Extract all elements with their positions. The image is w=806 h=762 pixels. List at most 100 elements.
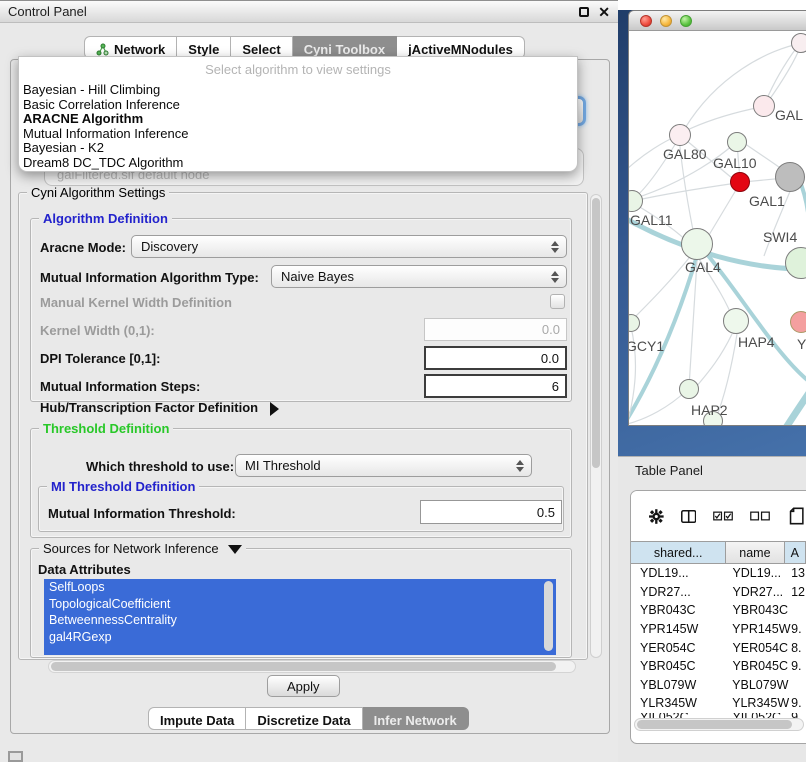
close-traffic-light-icon[interactable] <box>640 15 652 27</box>
attribute-item[interactable]: BetweennessCentrality <box>44 612 556 629</box>
control-panel-title: Control Panel <box>8 4 87 19</box>
float-window-icon[interactable] <box>579 7 589 17</box>
mi-threshold-label: Mutual Information Threshold: <box>48 506 236 521</box>
table-h-scrollbar-thumb[interactable] <box>637 720 792 729</box>
kernel-width-label: Kernel Width (0,1): <box>40 323 155 338</box>
mi-steps-field[interactable] <box>424 374 567 398</box>
settings-scrollbar-thumb[interactable] <box>592 198 600 468</box>
attributes-scrollbar-thumb[interactable] <box>544 581 553 651</box>
tab-infer-network[interactable]: Infer Network <box>363 707 469 730</box>
combo-stepper-icon <box>551 241 559 253</box>
attribute-item[interactable]: SelfLoops <box>44 579 556 596</box>
column-header-shared[interactable]: shared... <box>631 541 726 564</box>
table-row[interactable]: YDR27...YDR27...12 <box>631 583 806 602</box>
data-attributes-list[interactable]: SelfLoops TopologicalCoefficient Between… <box>44 579 556 655</box>
settings-group-title: Cyni Algorithm Settings <box>27 185 169 200</box>
node-label: GAL4 <box>685 259 721 275</box>
column-header-partial[interactable]: A <box>785 541 806 564</box>
combo-stepper-icon <box>551 271 559 283</box>
dock-icon[interactable] <box>8 751 23 762</box>
algorithm-definition-title: Algorithm Definition <box>39 211 172 226</box>
network-node-hap4[interactable] <box>723 308 749 334</box>
network-node-gal10[interactable] <box>727 132 747 152</box>
combo-stepper-icon <box>516 460 524 472</box>
table-row[interactable]: YDL19...YDL19...13 <box>631 564 806 583</box>
table-h-scrollbar[interactable] <box>634 718 804 731</box>
algorithm-option[interactable]: Basic Correlation Inference <box>19 98 577 113</box>
document-icon[interactable] <box>789 504 806 528</box>
network-node-gal1[interactable] <box>730 172 750 192</box>
attribute-item[interactable]: gal4RGexp <box>44 629 556 646</box>
table-row[interactable]: YBR045CYBR045C9. <box>631 657 806 676</box>
algorithm-option[interactable]: Bayesian - K2 <box>19 141 577 156</box>
table-panel-window: shared... name A YDL19...YDL19...13 YDR2… <box>630 490 806 744</box>
tab-impute-data[interactable]: Impute Data <box>148 707 246 730</box>
algorithm-option[interactable]: Mutual Information Inference <box>19 127 577 142</box>
sources-group-title[interactable]: Sources for Network Inference <box>39 541 246 556</box>
network-node-salmon[interactable] <box>790 311 806 333</box>
table-row[interactable]: YPR145WYPR145W9. <box>631 620 806 639</box>
network-window-titlebar[interactable] <box>629 11 806 31</box>
dpi-tolerance-field[interactable] <box>424 346 567 370</box>
network-node-gal4[interactable] <box>681 228 713 260</box>
algorithm-option-selected[interactable]: ARACNE Algorithm <box>19 112 577 127</box>
expand-right-icon <box>270 402 279 416</box>
table-panel-title: Table Panel <box>635 463 703 478</box>
column-header-name[interactable]: name <box>726 541 784 564</box>
node-label: HAP2 <box>691 402 728 418</box>
node-label: Y <box>797 336 806 352</box>
algorithm-option[interactable]: Dream8 DC_TDC Algorithm <box>19 156 577 171</box>
mi-type-combo[interactable]: Naive Bayes <box>271 265 567 288</box>
node-label: GAL1 <box>749 193 785 209</box>
table-row[interactable]: YBR043CYBR043C <box>631 601 806 620</box>
apply-button[interactable]: Apply <box>267 675 340 697</box>
node-label: GAL10 <box>713 155 757 171</box>
tab-discretize-data[interactable]: Discretize Data <box>246 707 362 730</box>
node-label: GAL11 <box>630 212 673 228</box>
collapse-down-icon <box>228 545 242 554</box>
split-panel-icon[interactable] <box>681 508 696 525</box>
minimize-traffic-light-icon[interactable] <box>660 15 672 27</box>
network-node[interactable] <box>791 33 806 53</box>
attribute-item[interactable]: TopologicalCoefficient <box>44 596 556 613</box>
settings-scrollbar[interactable] <box>590 194 602 658</box>
network-canvas[interactable]: GAL GAL80 GAL10 GAL1 GAL11 SWI4 GAL4 GCY… <box>629 31 806 426</box>
network-node-gray[interactable] <box>775 162 805 192</box>
deselect-all-icon[interactable] <box>750 510 770 522</box>
attributes-h-scrollbar-thumb[interactable] <box>51 662 556 671</box>
table-row[interactable]: YBL079WYBL079W <box>631 676 806 695</box>
network-node-hap2[interactable] <box>679 379 699 399</box>
mi-type-value: Naive Bayes <box>281 269 354 284</box>
select-all-icon[interactable] <box>713 510 733 522</box>
mi-threshold-group-title: MI Threshold Definition <box>47 479 199 494</box>
dpi-tolerance-label: DPI Tolerance [0,1]: <box>40 351 160 366</box>
network-node-gal80[interactable] <box>669 124 691 146</box>
control-panel-titlebar[interactable]: Control Panel ✕ <box>0 0 618 23</box>
table-row[interactable]: YER054CYER054C8. <box>631 638 806 657</box>
mi-steps-label: Mutual Information Steps: <box>40 379 200 394</box>
table-toolbar <box>631 491 806 541</box>
hub-definition-toggle[interactable]: Hub/Transcription Factor Definition <box>40 400 279 416</box>
kernel-width-field[interactable] <box>424 318 567 341</box>
mi-type-label: Mutual Information Algorithm Type: <box>40 270 259 285</box>
zoom-traffic-light-icon[interactable] <box>680 15 692 27</box>
which-threshold-combo[interactable]: MI Threshold <box>235 454 532 477</box>
table-row[interactable]: YLR345WYLR345W9. <box>631 694 806 713</box>
node-label: GCY1 <box>629 338 664 354</box>
bottom-tab-bar: Impute Data Discretize Data Infer Networ… <box>148 707 469 730</box>
close-icon[interactable]: ✕ <box>598 7 610 17</box>
node-label: SWI4 <box>763 229 797 245</box>
mi-threshold-field[interactable] <box>420 500 562 524</box>
aracne-mode-combo[interactable]: Discovery <box>131 235 567 258</box>
network-view-window: GAL GAL80 GAL10 GAL1 GAL11 SWI4 GAL4 GCY… <box>628 10 806 426</box>
aracne-mode-label: Aracne Mode: <box>40 240 126 255</box>
which-threshold-label: Which threshold to use: <box>86 459 234 474</box>
threshold-definition-title: Threshold Definition <box>39 421 173 436</box>
manual-kernel-checkbox[interactable] <box>550 294 565 309</box>
algorithm-dropdown-popup: Select algorithm to view settings Bayesi… <box>18 56 578 172</box>
attributes-h-scrollbar[interactable] <box>48 660 576 673</box>
aracne-mode-value: Discovery <box>141 239 198 254</box>
gear-icon[interactable] <box>649 507 664 526</box>
algorithm-option[interactable]: Bayesian - Hill Climbing <box>19 83 577 98</box>
network-node-gal[interactable] <box>753 95 775 117</box>
